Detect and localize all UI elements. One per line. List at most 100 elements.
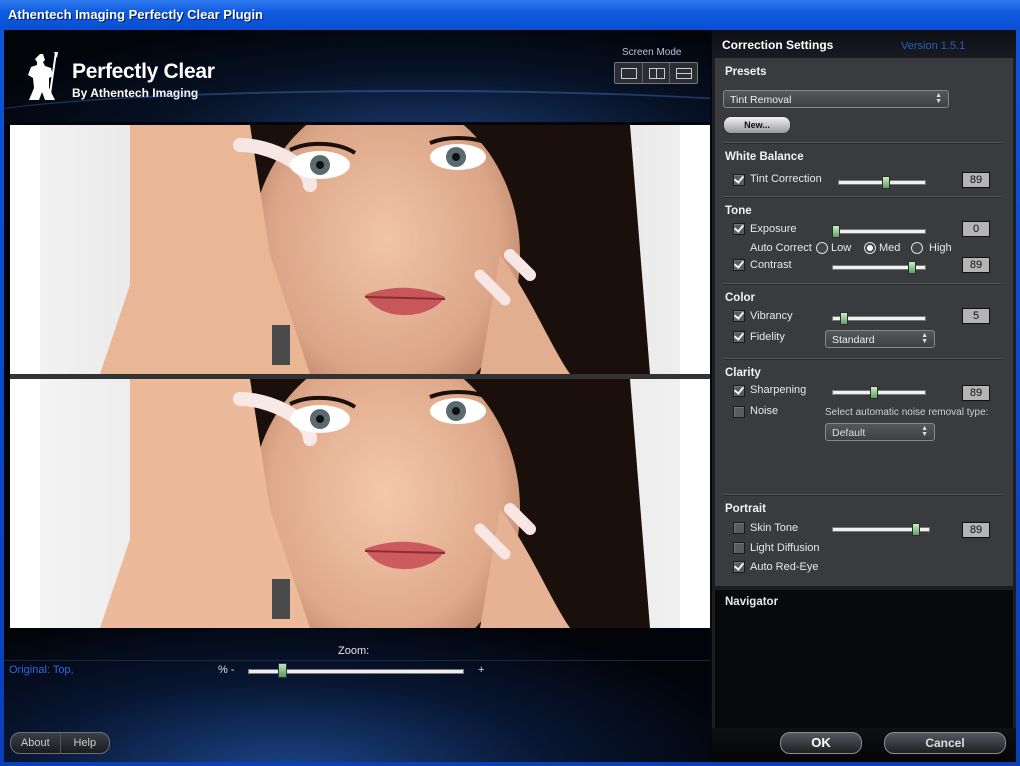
- zoom-label: Zoom:: [338, 645, 370, 657]
- portrait-photo-corrected: [10, 379, 710, 628]
- fidelity-checkbox[interactable]: [733, 331, 745, 343]
- preview-image-corrected[interactable]: [10, 379, 710, 628]
- select-arrows-icon: ▲ ▼: [921, 425, 928, 438]
- presets-heading: Presets: [725, 66, 767, 78]
- noise-label: Noise: [750, 405, 779, 417]
- fidelity-select-value: Standard: [832, 334, 875, 346]
- noise-type-select-value: Default: [832, 427, 866, 439]
- zoom-percent-label: % -: [218, 664, 235, 676]
- tint-correction-label: Tint Correction: [750, 173, 822, 185]
- section-divider: [723, 142, 1001, 144]
- vibrancy-value[interactable]: 5: [962, 308, 990, 324]
- screen-mode-toggle: [614, 62, 698, 84]
- window-title: Athentech Imaging Perfectly Clear Plugin: [0, 0, 1020, 30]
- exposure-value[interactable]: 0: [962, 221, 990, 237]
- status-divider: [4, 660, 710, 661]
- settings-header: Correction Settings Version 1.5.1: [712, 30, 1016, 58]
- screen-mode-label: Screen Mode: [622, 47, 682, 58]
- light-diffusion-checkbox[interactable]: [733, 542, 745, 554]
- sharpening-value[interactable]: 89: [962, 385, 990, 401]
- noise-type-select[interactable]: Default ▲ ▼: [825, 423, 935, 441]
- auto-correct-label: Auto Correct: [750, 242, 812, 254]
- exposure-slider[interactable]: [832, 229, 926, 234]
- exposure-label: Exposure: [750, 223, 797, 235]
- section-divider: [723, 494, 1001, 496]
- original-position-label: Original: Top,: [9, 664, 74, 676]
- auto-correct-med-radio[interactable]: [864, 242, 876, 254]
- zoom-plus-label: +: [478, 664, 485, 676]
- section-divider: [723, 283, 1001, 285]
- contrast-slider-thumb[interactable]: [908, 261, 916, 274]
- screen-mode-side-by-side-button[interactable]: [643, 63, 671, 83]
- knight-logo-icon: [28, 51, 58, 100]
- new-preset-button[interactable]: New...: [723, 116, 791, 134]
- auto-correct-high-radio[interactable]: [911, 242, 923, 254]
- version-label: Version 1.5.1: [901, 40, 966, 52]
- dialog-footer: OK Cancel: [712, 728, 1016, 762]
- tint-correction-checkbox[interactable]: [733, 174, 745, 186]
- sharpening-slider[interactable]: [832, 390, 926, 395]
- cancel-button[interactable]: Cancel: [884, 732, 1006, 754]
- navigator-panel[interactable]: Navigator: [715, 590, 1013, 729]
- select-arrows-icon: ▲ ▼: [935, 92, 942, 105]
- vibrancy-checkbox[interactable]: [733, 310, 745, 322]
- section-divider: [723, 196, 1001, 198]
- exposure-slider-thumb[interactable]: [832, 225, 840, 238]
- brand-title: Perfectly Clear: [72, 60, 215, 83]
- auto-correct-med-label: Med: [879, 242, 901, 254]
- brand-subtitle: By Athentech Imaging: [72, 86, 199, 100]
- auto-correct-low-radio[interactable]: [816, 242, 828, 254]
- window-client: Perfectly Clear By Athentech Imaging Scr…: [4, 30, 1016, 762]
- light-diffusion-label: Light Diffusion: [750, 542, 820, 554]
- select-arrows-icon: ▲ ▼: [921, 332, 928, 345]
- single-view-icon: [621, 68, 637, 79]
- ok-button[interactable]: OK: [780, 732, 862, 754]
- noise-checkbox[interactable]: [733, 406, 745, 418]
- noise-hint: Select automatic noise removal type:: [825, 407, 989, 418]
- fidelity-label: Fidelity: [750, 331, 785, 343]
- settings-panel: Presets Tint Removal ▲ ▼ New... White Bal…: [715, 58, 1013, 586]
- fidelity-select[interactable]: Standard ▲ ▼: [825, 330, 935, 348]
- screen-mode-single-button[interactable]: [615, 63, 643, 83]
- screen-mode-top-bottom-button[interactable]: [670, 63, 697, 83]
- preview-image-original[interactable]: [10, 125, 710, 374]
- section-divider: [723, 358, 1001, 360]
- about-help-group: About Help: [10, 732, 110, 754]
- sharpening-slider-thumb[interactable]: [870, 386, 878, 399]
- white-balance-heading: White Balance: [725, 151, 804, 163]
- skin-tone-checkbox[interactable]: [733, 522, 745, 534]
- top-bottom-icon: [676, 68, 693, 79]
- preset-select[interactable]: Tint Removal ▲ ▼: [723, 90, 949, 108]
- auto-red-eye-label: Auto Red-Eye: [750, 561, 819, 573]
- help-button[interactable]: Help: [61, 733, 110, 753]
- preview-pane: Perfectly Clear By Athentech Imaging Scr…: [4, 30, 710, 762]
- tint-correction-slider-thumb[interactable]: [882, 176, 890, 189]
- correction-settings-pane: Correction Settings Version 1.5.1 Preset…: [712, 30, 1016, 762]
- skin-tone-value[interactable]: 89: [962, 522, 990, 538]
- sharpening-label: Sharpening: [750, 384, 807, 396]
- plugin-window: Athentech Imaging Perfectly Clear Plugin…: [0, 0, 1020, 766]
- auto-correct-low-label: Low: [831, 242, 852, 254]
- vibrancy-slider-thumb[interactable]: [840, 312, 848, 325]
- clarity-heading: Clarity: [725, 367, 761, 379]
- preset-select-value: Tint Removal: [730, 94, 792, 106]
- color-heading: Color: [725, 292, 756, 304]
- contrast-value[interactable]: 89: [962, 257, 990, 273]
- side-by-side-icon: [648, 68, 665, 79]
- tint-correction-value[interactable]: 89: [962, 172, 990, 188]
- zoom-slider-thumb[interactable]: [278, 663, 287, 678]
- skin-tone-slider-thumb[interactable]: [912, 523, 920, 536]
- exposure-checkbox[interactable]: [733, 223, 745, 235]
- vibrancy-label: Vibrancy: [750, 310, 793, 322]
- about-button[interactable]: About: [11, 733, 61, 753]
- contrast-checkbox[interactable]: [733, 259, 745, 271]
- settings-title: Correction Settings: [722, 38, 834, 52]
- preview-footer: Zoom: Original: Top, % - + About Help: [4, 628, 710, 762]
- skin-tone-label: Skin Tone: [750, 522, 799, 534]
- auto-correct-high-label: High: [929, 242, 952, 254]
- tone-heading: Tone: [725, 205, 752, 217]
- contrast-label: Contrast: [750, 259, 792, 271]
- auto-red-eye-checkbox[interactable]: [733, 561, 745, 573]
- portrait-photo-original: [10, 125, 710, 374]
- sharpening-checkbox[interactable]: [733, 385, 745, 397]
